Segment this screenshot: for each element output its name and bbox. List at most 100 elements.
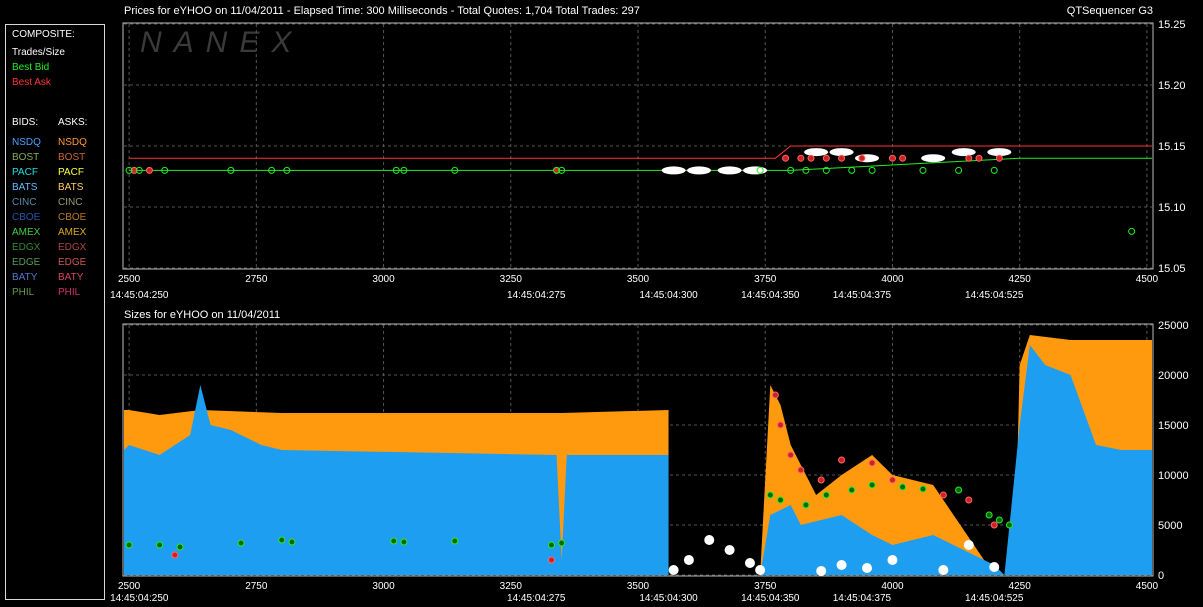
size-bid-marker: [848, 486, 856, 494]
size-ask-marker: [838, 456, 846, 464]
size-time-label: 14:45:04:375: [833, 593, 892, 604]
price-trade-point: [804, 148, 829, 157]
price-trade-point: [951, 148, 976, 157]
size-x-tick-label: 4250: [1009, 581, 1032, 592]
price-time-label: 14:45:04:375: [833, 290, 892, 301]
price-ask-marker: [858, 154, 866, 162]
price-time-label: 14:45:04:300: [639, 290, 698, 301]
size-bid-marker: [766, 491, 774, 499]
size-bid-marker: [1006, 521, 1014, 529]
size-trade-marker: [887, 555, 898, 565]
size-bid-marker: [390, 537, 398, 545]
price-ask-marker: [822, 154, 830, 162]
price-x-tick-label: 4500: [1136, 274, 1159, 285]
size-time-label: 14:45:04:275: [507, 593, 566, 604]
price-x-tick-label: 3500: [627, 274, 650, 285]
price-trade-point: [717, 166, 742, 175]
price-ask-marker: [965, 154, 973, 162]
size-x-tick-label: 4000: [881, 581, 904, 592]
price-y-tick-label: 15.25: [1158, 19, 1186, 31]
size-trade-marker: [836, 560, 847, 570]
size-bid-marker: [278, 536, 286, 544]
price-y-tick-label: 15.15: [1158, 141, 1186, 153]
price-ask-marker: [838, 154, 846, 162]
price-ask-marker: [995, 154, 1003, 162]
size-bid-marker: [868, 481, 876, 489]
size-bid-marker: [176, 543, 184, 551]
price-x-tick-label: 2750: [245, 274, 268, 285]
price-time-label: 14:45:04:275: [507, 290, 566, 301]
size-ask-marker: [939, 491, 947, 499]
size-trade-marker: [704, 535, 715, 545]
size-trade-marker: [963, 540, 974, 550]
size-bid-marker: [237, 539, 245, 547]
price-x-tick-label: 3750: [754, 274, 777, 285]
size-trade-marker: [989, 562, 1000, 572]
size-ask-marker: [817, 476, 825, 484]
size-trade-marker: [724, 545, 735, 555]
size-ask-marker: [547, 556, 555, 564]
size-ask-marker: [787, 451, 795, 459]
size-y-tick-label: 20000: [1158, 370, 1189, 382]
size-bid-marker: [985, 511, 993, 519]
size-ask-marker: [797, 466, 805, 474]
size-trade-marker: [862, 563, 873, 573]
size-ask-marker: [171, 551, 179, 559]
nanex-watermark: NANEX: [140, 26, 303, 59]
price-trade-point: [921, 154, 946, 163]
size-bid-marker: [400, 538, 408, 546]
price-and-size-charts: NANEX 2500 2750 3000 3250 3500 3750 4000 4250 45…: [110, 19, 1189, 604]
price-x-tick-label: 4000: [881, 274, 904, 285]
price-ask-marker: [782, 154, 790, 162]
size-trade-marker: [816, 566, 827, 576]
size-time-label: 14:45:04:525: [965, 593, 1024, 604]
size-ask-marker: [771, 391, 779, 399]
size-trade-marker: [683, 555, 694, 565]
size-bid-marker: [125, 541, 133, 549]
size-y-tick-label: 15000: [1158, 420, 1189, 432]
price-y-tick-label: 15.05: [1158, 263, 1186, 275]
size-bid-marker: [822, 491, 830, 499]
size-ask-marker: [868, 459, 876, 467]
size-trade-marker: [755, 565, 766, 575]
size-y-tick-label: 0: [1158, 570, 1164, 582]
price-x-tick-label: 3250: [500, 274, 523, 285]
size-bid-marker: [955, 486, 963, 494]
size-bid-marker: [995, 516, 1003, 524]
size-bid-marker: [288, 538, 296, 546]
size-trade-marker: [938, 565, 949, 575]
size-ask-marker: [776, 421, 784, 429]
price-ask-marker: [807, 154, 815, 162]
price-time-label: 14:45:04:525: [965, 290, 1024, 301]
size-trade-marker: [744, 558, 755, 568]
price-trade-point: [687, 166, 712, 175]
price-ask-marker: [888, 154, 896, 162]
size-time-label: 14:45:04:350: [741, 593, 800, 604]
size-x-tick-label: 2750: [245, 581, 268, 592]
size-ask-marker: [888, 476, 896, 484]
size-x-tick-label: 3750: [754, 581, 777, 592]
price-ask-marker: [899, 154, 907, 162]
price-time-label: 14:45:04:350: [741, 290, 800, 301]
price-ask-marker: [975, 154, 983, 162]
size-bid-marker: [919, 485, 927, 493]
size-time-label: 14:45:04:300: [639, 593, 698, 604]
size-bid-marker: [776, 496, 784, 504]
price-time-label: 14:45:04:250: [110, 290, 169, 301]
size-x-tick-label: 4500: [1136, 581, 1159, 592]
price-x-tick-label: 4250: [1009, 274, 1032, 285]
price-x-tick-label: 2500: [118, 274, 141, 285]
size-bid-marker: [899, 483, 907, 491]
price-y-tick-label: 15.20: [1158, 80, 1186, 92]
size-bid-marker: [451, 537, 459, 545]
size-bid-marker: [547, 541, 555, 549]
size-y-tick-label: 5000: [1158, 520, 1182, 532]
size-x-tick-label: 3250: [500, 581, 523, 592]
price-ask-marker: [145, 166, 153, 174]
price-ask-marker: [797, 154, 805, 162]
size-bid-marker: [156, 541, 164, 549]
size-x-tick-label: 3500: [627, 581, 650, 592]
price-trade-point: [661, 166, 686, 175]
size-ask-marker: [990, 521, 998, 529]
size-trade-marker: [668, 565, 679, 575]
